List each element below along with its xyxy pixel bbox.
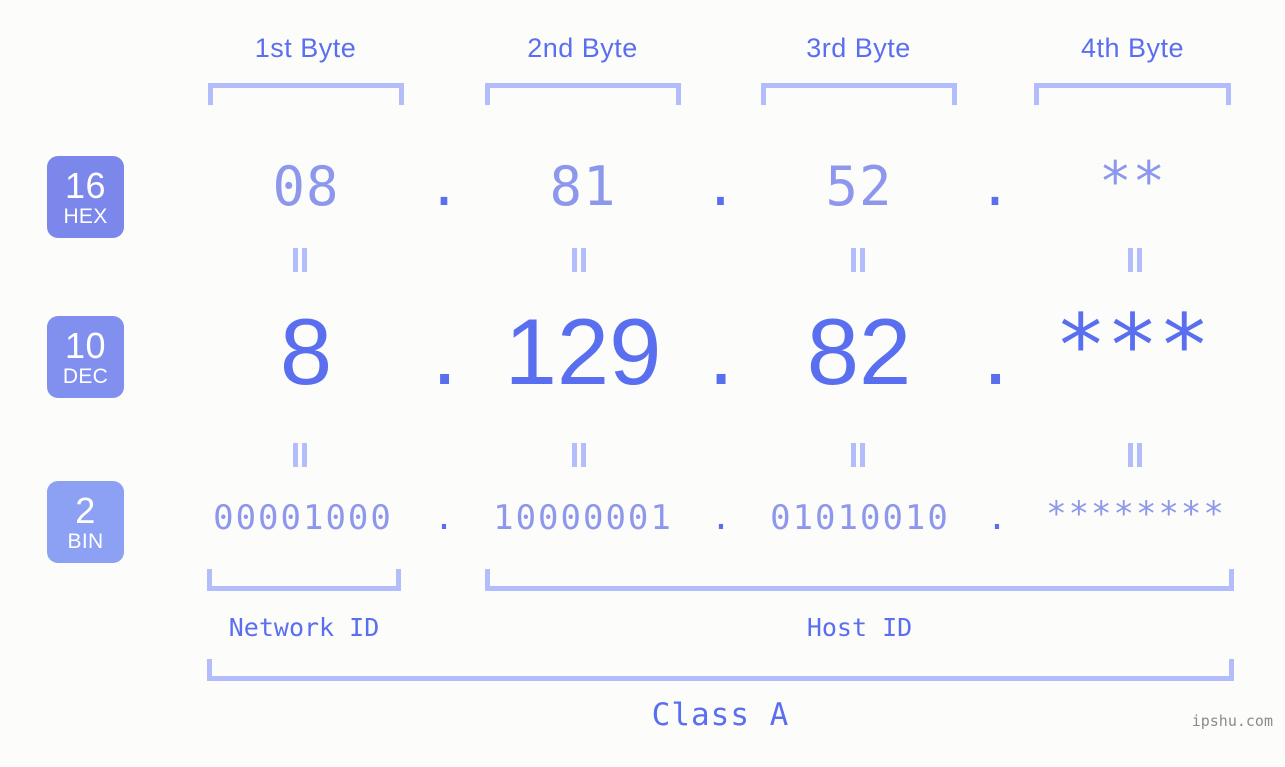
hex-octet-4: ** (1098, 150, 1167, 213)
dec-octet-2: 129 (504, 299, 662, 404)
base-badge-bin-number: 2 (75, 489, 96, 531)
bin-separator-2: . (710, 498, 732, 538)
equals-connector-dec-bin-3 (849, 443, 867, 467)
base-badge-dec-label: DEC (62, 364, 109, 388)
equals-connector-dec-bin-4 (1126, 443, 1144, 467)
hex-octet-3: 52 (825, 155, 893, 218)
host-id-bracket (485, 569, 1234, 591)
bin-separator-1: . (433, 498, 455, 538)
equals-connector-hex-dec-2 (570, 248, 588, 272)
byte-bracket-top-4 (1034, 83, 1231, 105)
byte-header-1: 1st Byte (254, 33, 357, 63)
dec-separator-1: . (431, 299, 458, 404)
bin-octet-2: 10000001 (493, 498, 673, 538)
base-badge-dec-number: 10 (64, 324, 107, 366)
hex-octet-2: 81 (549, 155, 617, 218)
byte-header-4: 4th Byte (1080, 33, 1185, 63)
hex-separator-2: . (704, 155, 738, 218)
dec-octet-4: *** (1054, 296, 1211, 396)
byte-header-2: 2nd Byte (527, 33, 638, 63)
hex-separator-3: . (978, 155, 1013, 218)
equals-connector-hex-dec-1 (291, 248, 309, 272)
byte-bracket-top-2 (485, 83, 681, 105)
class-bracket (207, 659, 1234, 681)
equals-connector-dec-bin-2 (570, 443, 588, 467)
bin-separator-3: . (986, 498, 1008, 538)
byte-bracket-top-1 (208, 83, 404, 105)
hex-separator-1: . (427, 155, 462, 218)
dec-octet-3: 82 (806, 299, 912, 404)
base-badge-hex-number: 16 (64, 164, 107, 206)
dec-separator-2: . (707, 299, 735, 404)
bin-octet-1: 00001000 (213, 498, 393, 538)
base-badge-bin: 2 BIN (47, 481, 124, 563)
base-badge-bin-label: BIN (67, 529, 104, 553)
dec-separator-3: . (982, 299, 1009, 404)
bin-octet-3: 01010010 (770, 498, 950, 538)
bin-octet-4: ******** (1046, 494, 1226, 534)
equals-connector-hex-dec-4 (1126, 248, 1144, 272)
site-watermark: ipshu.com (1191, 712, 1273, 730)
hex-octet-1: 08 (272, 155, 340, 218)
equals-connector-dec-bin-1 (291, 443, 309, 467)
host-id-label: Host ID (806, 613, 913, 642)
base-badge-hex: 16 HEX (47, 156, 124, 238)
equals-connector-hex-dec-3 (849, 248, 867, 272)
base-badge-hex-label: HEX (63, 204, 108, 228)
byte-header-3: 3rd Byte (806, 33, 911, 63)
dec-octet-1: 8 (279, 299, 333, 404)
class-label: Class A (651, 697, 790, 733)
ip-address-breakdown-diagram: 1st Byte 2nd Byte 3rd Byte 4th Byte 16 H… (0, 0, 1285, 767)
network-id-bracket (207, 569, 401, 591)
byte-bracket-top-3 (761, 83, 957, 105)
network-id-label: Network ID (228, 613, 380, 642)
base-badge-dec: 10 DEC (47, 316, 124, 398)
